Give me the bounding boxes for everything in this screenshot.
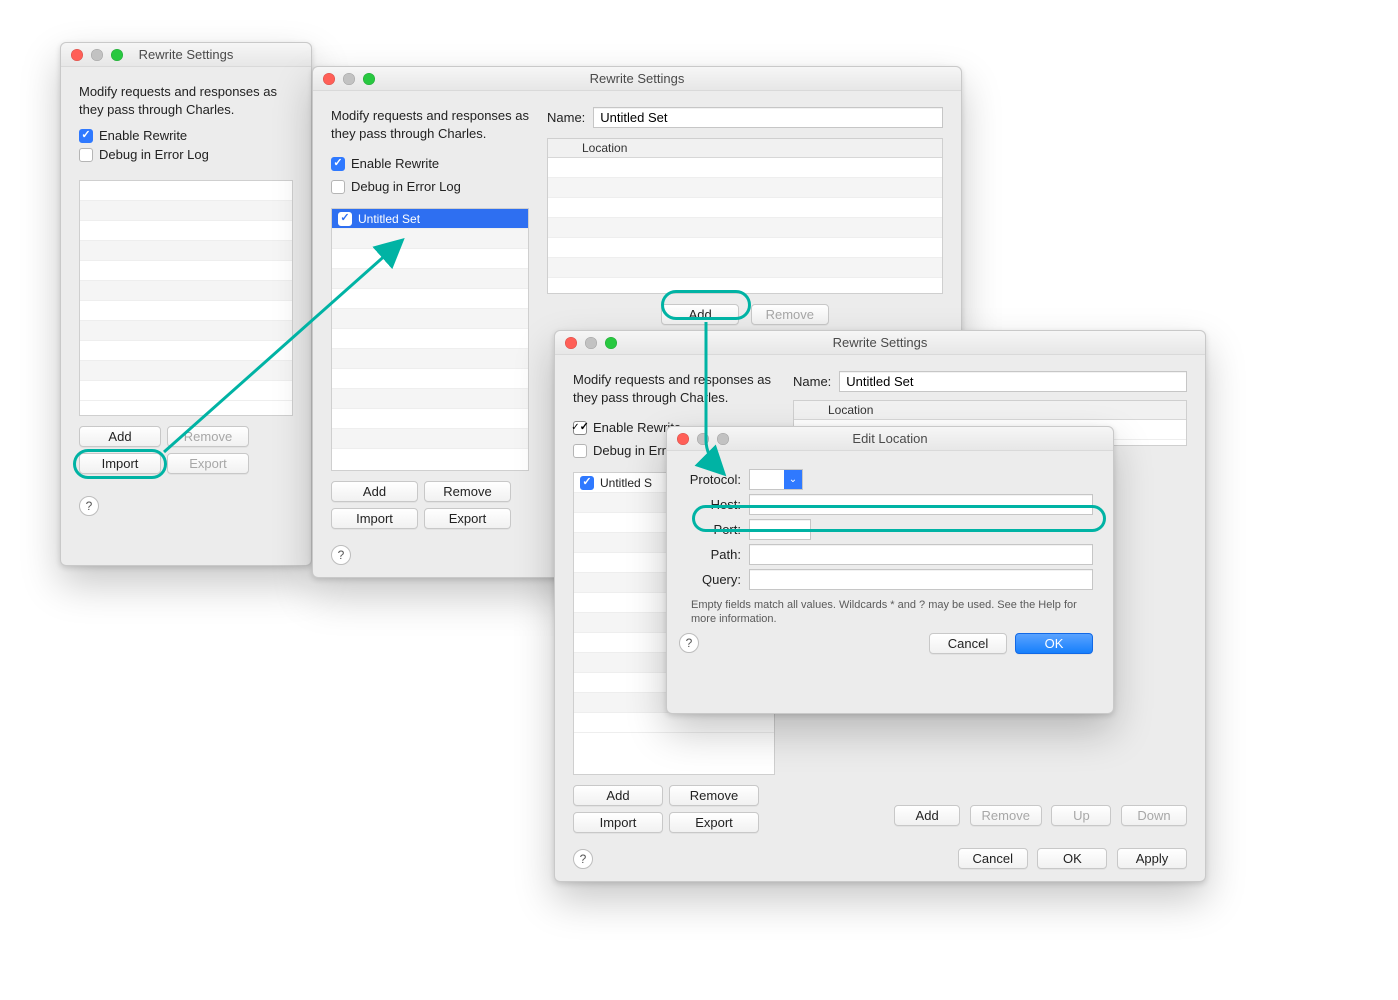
window-title: Edit Location: [667, 431, 1113, 446]
locations-table[interactable]: Location: [547, 138, 943, 294]
minimize-icon[interactable]: [91, 49, 103, 61]
ok-button[interactable]: OK: [1037, 848, 1107, 869]
titlebar[interactable]: Rewrite Settings: [313, 67, 961, 91]
path-input[interactable]: [749, 544, 1093, 565]
minimize-icon[interactable]: [697, 433, 709, 445]
host-input[interactable]: [749, 494, 1093, 515]
titlebar[interactable]: Rewrite Settings: [61, 43, 311, 67]
add-button[interactable]: Add: [79, 426, 161, 447]
rules-up-button[interactable]: Up: [1051, 805, 1111, 826]
set-name: Untitled Set: [358, 212, 420, 226]
port-label: Port:: [679, 522, 749, 537]
protocol-select[interactable]: ⌄: [749, 469, 803, 490]
close-icon[interactable]: [71, 49, 83, 61]
name-label: Name:: [547, 110, 585, 125]
add-button[interactable]: Add: [573, 785, 663, 806]
titlebar[interactable]: Edit Location: [667, 427, 1113, 451]
window-title: Rewrite Settings: [313, 71, 961, 86]
remove-button[interactable]: Remove: [669, 785, 759, 806]
set-enabled-checkbox[interactable]: [580, 476, 594, 490]
zoom-icon[interactable]: [717, 433, 729, 445]
intro-text: Modify requests and responses as they pa…: [79, 83, 293, 118]
export-button[interactable]: Export: [167, 453, 249, 474]
minimize-icon[interactable]: [343, 73, 355, 85]
debug-log-checkbox[interactable]: [79, 148, 93, 162]
add-location-button[interactable]: Add: [661, 304, 739, 325]
traffic-lights: [667, 433, 729, 445]
remove-button[interactable]: Remove: [424, 481, 511, 502]
sets-list[interactable]: Untitled Set: [331, 208, 529, 471]
set-enabled-checkbox[interactable]: [338, 212, 352, 226]
cancel-button[interactable]: Cancel: [958, 848, 1028, 869]
add-button[interactable]: Add: [331, 481, 418, 502]
debug-log-checkbox[interactable]: [573, 444, 587, 458]
debug-log-checkbox[interactable]: [331, 180, 345, 194]
port-input[interactable]: [749, 519, 811, 540]
apply-button[interactable]: Apply: [1117, 848, 1187, 869]
list-item[interactable]: Untitled Set: [332, 209, 528, 229]
enable-rewrite-label: Enable Rewrite: [99, 128, 187, 143]
debug-log-label: Debug in Error Log: [351, 179, 461, 194]
import-button[interactable]: Import: [573, 812, 663, 833]
path-label: Path:: [679, 547, 749, 562]
rules-add-button[interactable]: Add: [894, 805, 960, 826]
enable-rewrite-checkbox[interactable]: [331, 157, 345, 171]
location-column-header[interactable]: Location: [794, 401, 1186, 420]
query-label: Query:: [679, 572, 749, 587]
enable-rewrite-checkbox[interactable]: ✓: [573, 421, 587, 435]
close-icon[interactable]: [323, 73, 335, 85]
enable-rewrite-checkbox[interactable]: [79, 129, 93, 143]
window-title: Rewrite Settings: [555, 335, 1205, 350]
hint-text: Empty fields match all values. Wildcards…: [691, 598, 1093, 627]
rules-down-button[interactable]: Down: [1121, 805, 1187, 826]
host-label: Host:: [679, 497, 749, 512]
help-button[interactable]: ?: [679, 633, 699, 653]
sets-list[interactable]: [79, 180, 293, 416]
import-button[interactable]: Import: [331, 508, 418, 529]
traffic-lights: [555, 337, 617, 349]
debug-log-label: Debug in Error Log: [99, 147, 209, 162]
set-name: Untitled S: [600, 476, 652, 490]
location-column-header[interactable]: Location: [548, 139, 942, 158]
remove-location-button[interactable]: Remove: [751, 304, 829, 325]
close-icon[interactable]: [565, 337, 577, 349]
intro-text: Modify requests and responses as they pa…: [331, 107, 529, 142]
intro-text: Modify requests and responses as they pa…: [573, 371, 775, 406]
zoom-icon[interactable]: [605, 337, 617, 349]
export-button[interactable]: Export: [669, 812, 759, 833]
set-name-input[interactable]: [839, 371, 1187, 392]
rules-remove-button[interactable]: Remove: [970, 805, 1042, 826]
titlebar[interactable]: Rewrite Settings: [555, 331, 1205, 355]
chevron-down-icon: ⌄: [784, 470, 802, 489]
close-icon[interactable]: [677, 433, 689, 445]
help-button[interactable]: ?: [573, 849, 593, 869]
help-button[interactable]: ?: [331, 545, 351, 565]
import-button[interactable]: Import: [79, 453, 161, 474]
ok-button[interactable]: OK: [1015, 633, 1093, 654]
enable-rewrite-label: Enable Rewrite: [351, 156, 439, 171]
export-button[interactable]: Export: [424, 508, 511, 529]
help-button[interactable]: ?: [79, 496, 99, 516]
name-label: Name:: [793, 374, 831, 389]
edit-location-dialog: Edit Location Protocol: ⌄ Host: Port: Pa…: [666, 426, 1114, 714]
traffic-lights: [313, 73, 375, 85]
query-input[interactable]: [749, 569, 1093, 590]
zoom-icon[interactable]: [363, 73, 375, 85]
zoom-icon[interactable]: [111, 49, 123, 61]
traffic-lights: [61, 49, 123, 61]
minimize-icon[interactable]: [585, 337, 597, 349]
set-name-input[interactable]: [593, 107, 943, 128]
remove-button[interactable]: Remove: [167, 426, 249, 447]
protocol-label: Protocol:: [679, 472, 749, 487]
cancel-button[interactable]: Cancel: [929, 633, 1007, 654]
rewrite-settings-window-1: Rewrite Settings Modify requests and res…: [60, 42, 312, 566]
